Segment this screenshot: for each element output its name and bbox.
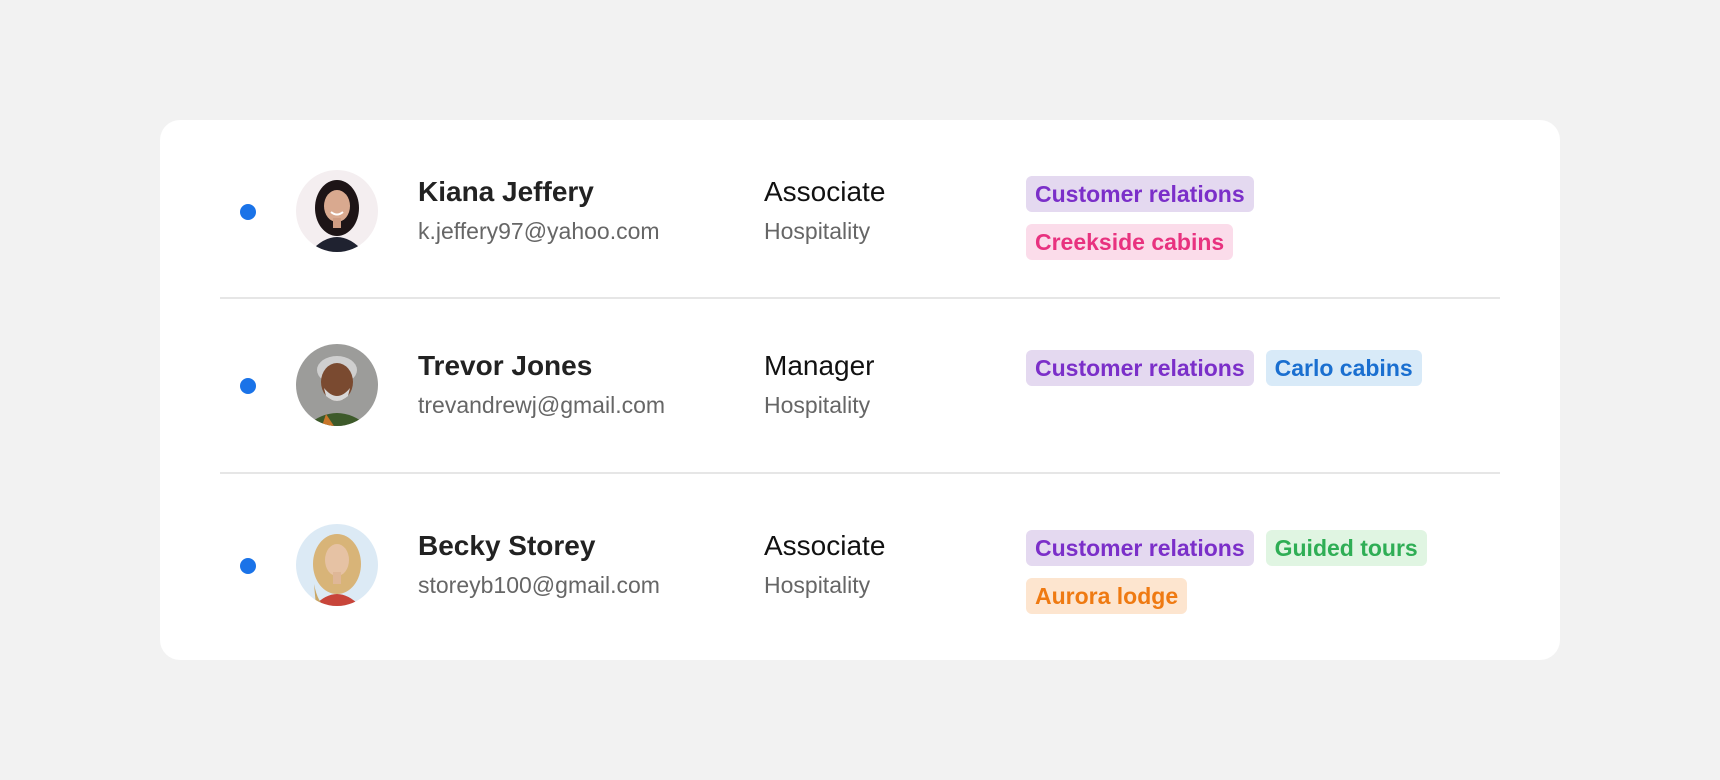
tag-list: Customer relations Carlo cabins	[1026, 350, 1466, 386]
list-item-trevor-jones[interactable]: Trevor Jones trevandrewj@gmail.com Manag…	[220, 299, 1500, 474]
tag-creekside-cabins[interactable]: Creekside cabins	[1026, 224, 1234, 260]
member-email: k.jeffery97@yahoo.com	[418, 218, 660, 244]
tag-list: Customer relations Guided tours Aurora l…	[1026, 530, 1466, 614]
member-department: Hospitality	[764, 572, 871, 598]
tag-list: Customer relations Creekside cabins	[1026, 176, 1466, 260]
list-item-becky-storey[interactable]: Becky Storey storeyb100@gmail.com Associ…	[220, 474, 1500, 660]
member-department: Hospitality	[764, 218, 871, 244]
status-dot	[240, 204, 256, 220]
member-role: Associate	[764, 530, 886, 561]
tag-customer-relations[interactable]: Customer relations	[1026, 350, 1254, 386]
status-dot	[240, 378, 256, 394]
avatar[interactable]	[296, 344, 378, 426]
member-email: trevandrewj@gmail.com	[418, 392, 666, 418]
member-role: Associate	[764, 176, 886, 207]
team-member-card: Kiana Jeffery k.jeffery97@yahoo.com Asso…	[160, 120, 1560, 660]
member-department: Hospitality	[764, 392, 871, 418]
member-role: Manager	[764, 350, 875, 381]
tag-carlo-cabins[interactable]: Carlo cabins	[1265, 350, 1422, 386]
member-name: Becky Storey	[418, 530, 596, 561]
list-item-kiana-jeffery[interactable]: Kiana Jeffery k.jeffery97@yahoo.com Asso…	[220, 120, 1500, 299]
member-name: Kiana Jeffery	[418, 176, 594, 207]
avatar[interactable]	[296, 524, 378, 606]
tag-customer-relations[interactable]: Customer relations	[1026, 176, 1254, 212]
tag-guided-tours[interactable]: Guided tours	[1265, 530, 1427, 566]
member-email: storeyb100@gmail.com	[418, 572, 660, 598]
member-name: Trevor Jones	[418, 350, 593, 381]
tag-customer-relations[interactable]: Customer relations	[1026, 530, 1254, 566]
tag-aurora-lodge[interactable]: Aurora lodge	[1026, 578, 1188, 614]
avatar[interactable]	[296, 170, 378, 252]
status-dot	[240, 558, 256, 574]
